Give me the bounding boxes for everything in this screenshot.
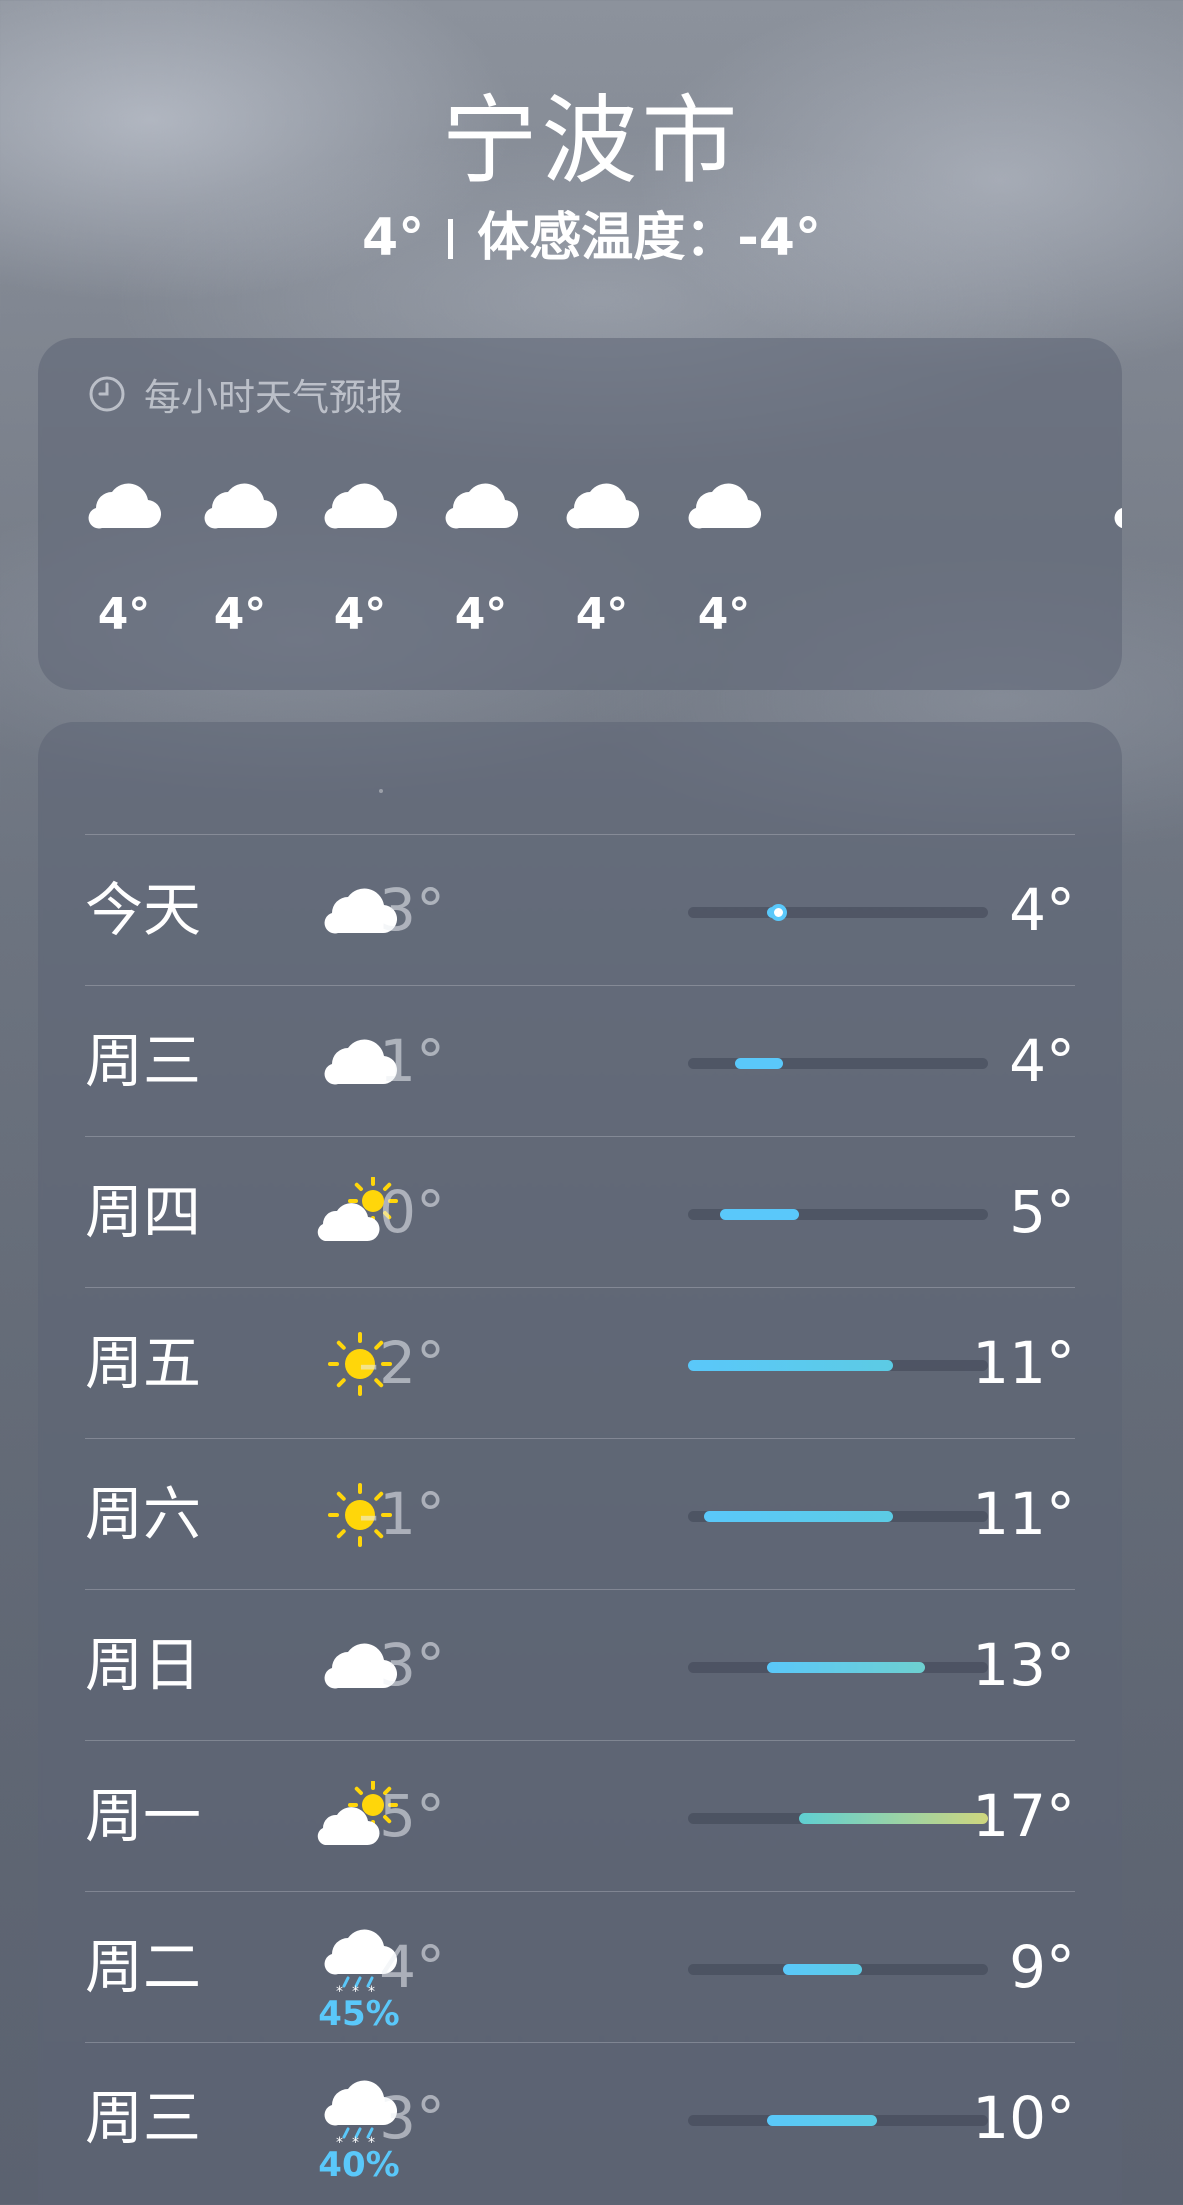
high-temp: 9°	[1009, 1933, 1075, 2001]
cloud-icon	[324, 483, 398, 529]
hourly-item: 4°	[542, 478, 662, 640]
low-temp: 4°	[379, 1933, 445, 2001]
day-label: 周日	[85, 1631, 202, 1699]
cloud-icon	[445, 483, 519, 529]
low-temp: 5°	[379, 1782, 445, 1850]
hourly-item: 4°	[180, 478, 300, 640]
high-temp: 4°	[1009, 1027, 1075, 1095]
temp-range-fill	[688, 1360, 894, 1371]
low-temp: 0°	[379, 1178, 445, 1246]
high-temp: 13°	[972, 1631, 1075, 1699]
daily-list: 今天 3° 4° 周三 1° 4° 周四 0° 5° 周五 -2° 11° 周六 -1° 11° 周日 3° 13…	[85, 834, 1075, 2193]
temp-range-fill	[735, 1058, 783, 1069]
temp-range-bar	[688, 1511, 988, 1522]
day-label: 周六	[85, 1480, 202, 1548]
high-temp: 5°	[1009, 1178, 1075, 1246]
high-temp: 4°	[1009, 876, 1075, 944]
temp-range-bar	[688, 904, 988, 921]
day-label: 今天	[85, 876, 202, 944]
low-temp: 3°	[379, 2084, 445, 2152]
temp-range-bar	[688, 1360, 988, 1371]
day-label: 周一	[85, 1782, 202, 1850]
temp-range-fill	[719, 1209, 799, 1220]
low-temp: 3°	[379, 876, 445, 944]
high-temp: 10°	[972, 2084, 1075, 2152]
cloud-icon	[688, 483, 762, 529]
dot	[379, 789, 383, 793]
daily-row[interactable]: 周三 * * * 40% 3° 10°	[85, 2042, 1075, 2193]
low-temp: 3°	[379, 1631, 445, 1699]
hourly-title: 每小时天气预报	[144, 376, 403, 419]
daily-row[interactable]: 周三 1° 4°	[85, 985, 1075, 1136]
day-label: 周四	[85, 1178, 202, 1246]
temp-range-bar	[688, 1964, 988, 1975]
hourly-item: 4°	[664, 478, 784, 640]
hourly-temp: 4°	[697, 589, 751, 640]
hourly-item: 4°	[421, 478, 541, 640]
partial-cloud-icon	[1112, 478, 1122, 530]
hourly-header: 每小时天气预报	[88, 370, 403, 419]
temp-range-bar	[688, 1058, 988, 1069]
daily-row[interactable]: 周六 -1° 11°	[85, 1438, 1075, 1589]
current-temp-dot	[769, 904, 787, 921]
day-label: 周三	[85, 2084, 202, 2152]
temp-range-bar	[688, 1662, 988, 1673]
daily-row[interactable]: 周一 5° 17°	[85, 1740, 1075, 1891]
temp-range-fill	[766, 2115, 878, 2126]
hourly-temp: 4°	[333, 589, 387, 640]
low-temp: -1°	[358, 1480, 445, 1548]
cloud-icon	[204, 483, 278, 529]
daily-forecast-card[interactable]: 今天 3° 4° 周三 1° 4° 周四 0° 5° 周五 -2° 11° 周六 -1° 11° 周日 3° 13…	[38, 722, 1122, 2205]
clock-icon	[89, 376, 125, 412]
hourly-temp: 4°	[575, 589, 629, 640]
separator	[448, 219, 454, 259]
current-conditions: 4° 体感温度：-4°	[0, 208, 1183, 268]
city-name: 宁波市	[441, 85, 742, 197]
high-temp: 17°	[972, 1782, 1075, 1850]
day-label: 周五	[85, 1329, 202, 1397]
low-temp: -2°	[358, 1329, 445, 1397]
cloud-icon	[88, 483, 162, 529]
temp-range-fill	[782, 1964, 862, 1975]
temp-range-fill	[798, 1813, 988, 1824]
hourly-temp: 4°	[454, 589, 508, 640]
temp-range-bar	[688, 1209, 988, 1220]
low-temp: 1°	[379, 1027, 445, 1095]
temp-range-bar	[688, 2115, 988, 2126]
daily-row[interactable]: 周五 -2° 11°	[85, 1287, 1075, 1438]
hourly-item: 4°	[300, 478, 420, 640]
high-temp: 11°	[972, 1329, 1075, 1397]
hourly-temp: 4°	[213, 589, 267, 640]
daily-row[interactable]: 周二 * * * 45% 4° 9°	[85, 1891, 1075, 2042]
temp-range-bar	[688, 1813, 988, 1824]
daily-row[interactable]: 今天 3° 4°	[85, 834, 1075, 985]
feels-like: 体感温度：-4°	[477, 208, 821, 268]
current-temp: 4°	[362, 208, 425, 268]
temp-range-fill	[703, 1511, 894, 1522]
hourly-temp: 4°	[97, 589, 151, 640]
hourly-item: 4°	[64, 478, 184, 640]
day-label: 周二	[85, 1933, 202, 2001]
daily-row[interactable]: 周四 0° 5°	[85, 1136, 1075, 1287]
day-label: 周三	[85, 1027, 202, 1095]
high-temp: 11°	[972, 1480, 1075, 1548]
temp-range-fill	[766, 1662, 925, 1673]
hourly-forecast-card[interactable]: 每小时天气预报 4° 4° 4° 4° 4° 4°	[38, 338, 1122, 690]
cloud-icon	[566, 483, 640, 529]
daily-row[interactable]: 周日 3° 13°	[85, 1589, 1075, 1740]
